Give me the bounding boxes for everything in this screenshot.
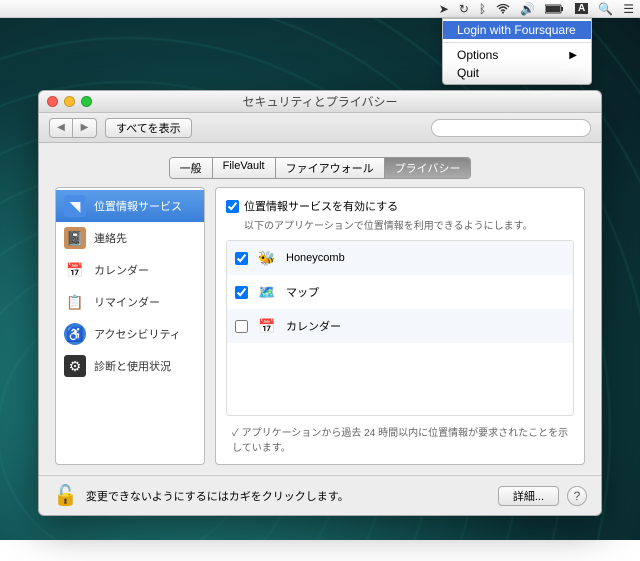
back-button[interactable]: ◀ <box>49 118 73 138</box>
show-all-button[interactable]: すべてを表示 <box>105 118 192 138</box>
window-footer: 🔓 変更できないようにするにはカギをクリックします。 詳細... ? <box>39 475 601 515</box>
app-name: Honeycomb <box>286 252 345 264</box>
app-list: 🐝 Honeycomb 🗺️ マップ 📅 カレンダー <box>226 240 574 416</box>
app-item-honeycomb[interactable]: 🐝 Honeycomb <box>227 241 573 275</box>
app-checkbox[interactable] <box>235 320 248 333</box>
toolbar: ◀ ▶ すべてを表示 <box>39 113 601 143</box>
notification-icon[interactable]: ☰ <box>623 2 634 16</box>
menu-quit[interactable]: Quit <box>443 64 591 82</box>
diagnostics-icon: ⚙ <box>64 355 86 377</box>
bluetooth-icon[interactable]: ᛒ <box>479 2 486 16</box>
privacy-sidebar: ◥位置情報サービス 📓連絡先 📅カレンダー 📋リマインダー ♿アクセシビリティ … <box>55 187 205 465</box>
lock-text: 変更できないようにするにはカギをクリックします。 <box>86 488 349 504</box>
lock-icon[interactable]: 🔓 <box>53 483 78 508</box>
menu-options[interactable]: Options▶ <box>443 46 591 64</box>
advanced-button[interactable]: 詳細... <box>498 486 559 506</box>
sidebar-item-diagnostics[interactable]: ⚙診断と使用状況 <box>56 350 204 382</box>
sync-icon[interactable]: ↻ <box>459 2 469 16</box>
location-icon[interactable]: ➤ <box>439 2 449 16</box>
tab-general[interactable]: 一般 <box>170 158 213 178</box>
submenu-arrow-icon: ▶ <box>569 50 577 61</box>
sidebar-item-contacts[interactable]: 📓連絡先 <box>56 222 204 254</box>
app-item-calendar[interactable]: 📅 カレンダー <box>227 309 573 343</box>
enable-location-checkbox[interactable] <box>226 200 239 213</box>
honeycomb-icon: 🐝 <box>256 247 278 269</box>
tab-firewall[interactable]: ファイアウォール <box>276 158 385 178</box>
titlebar[interactable]: セキュリティとプライバシー <box>39 91 601 113</box>
calendar-icon: 📅 <box>64 259 86 281</box>
maps-icon: 🗺️ <box>256 281 278 303</box>
app-checkbox[interactable] <box>235 252 248 265</box>
enable-location-desc: 以下のアプリケーションで位置情報を利用できるようにします。 <box>244 217 574 232</box>
legend-text: ✓ アプリケーションから過去 24 時間以内に位置情報が要求されたことを示してい… <box>226 424 574 454</box>
preferences-window: セキュリティとプライバシー ◀ ▶ すべてを表示 一般 FileVault ファ… <box>38 90 602 516</box>
tab-bar: 一般 FileVault ファイアウォール プライバシー <box>39 157 601 179</box>
window-title: セキュリティとプライバシー <box>39 93 601 110</box>
menu-separator <box>443 42 591 43</box>
app-menu-dropdown: Login with Foursquare Options▶ Quit <box>442 18 592 85</box>
sidebar-item-calendar[interactable]: 📅カレンダー <box>56 254 204 286</box>
enable-location-label: 位置情報サービスを有効にする <box>244 198 398 214</box>
tab-filevault[interactable]: FileVault <box>213 158 276 178</box>
calendar-app-icon: 📅 <box>256 315 278 337</box>
search-input[interactable] <box>431 119 591 137</box>
volume-icon[interactable]: 🔊 <box>520 2 535 16</box>
sidebar-item-reminders[interactable]: 📋リマインダー <box>56 286 204 318</box>
app-name: マップ <box>286 284 319 300</box>
forward-button[interactable]: ▶ <box>73 118 97 138</box>
menubar: ➤ ↻ ᛒ 🔊 A 🔍 ☰ <box>0 0 640 18</box>
battery-icon[interactable] <box>545 4 565 14</box>
help-button[interactable]: ? <box>567 486 587 506</box>
app-checkbox[interactable] <box>235 286 248 299</box>
main-panel: 位置情報サービスを有効にする 以下のアプリケーションで位置情報を利用できるように… <box>215 187 585 465</box>
spotlight-icon[interactable]: 🔍 <box>598 2 613 16</box>
location-services-icon: ◥ <box>64 195 86 217</box>
sidebar-item-location[interactable]: ◥位置情報サービス <box>56 190 204 222</box>
wifi-icon[interactable] <box>496 4 510 14</box>
reminders-icon: 📋 <box>64 291 86 313</box>
tab-privacy[interactable]: プライバシー <box>385 158 471 178</box>
app-name: カレンダー <box>286 318 341 334</box>
sidebar-item-accessibility[interactable]: ♿アクセシビリティ <box>56 318 204 350</box>
app-item-maps[interactable]: 🗺️ マップ <box>227 275 573 309</box>
input-icon[interactable]: A <box>575 3 588 14</box>
accessibility-icon: ♿ <box>64 323 86 345</box>
menu-login-foursquare[interactable]: Login with Foursquare <box>443 21 591 39</box>
contacts-icon: 📓 <box>64 227 86 249</box>
